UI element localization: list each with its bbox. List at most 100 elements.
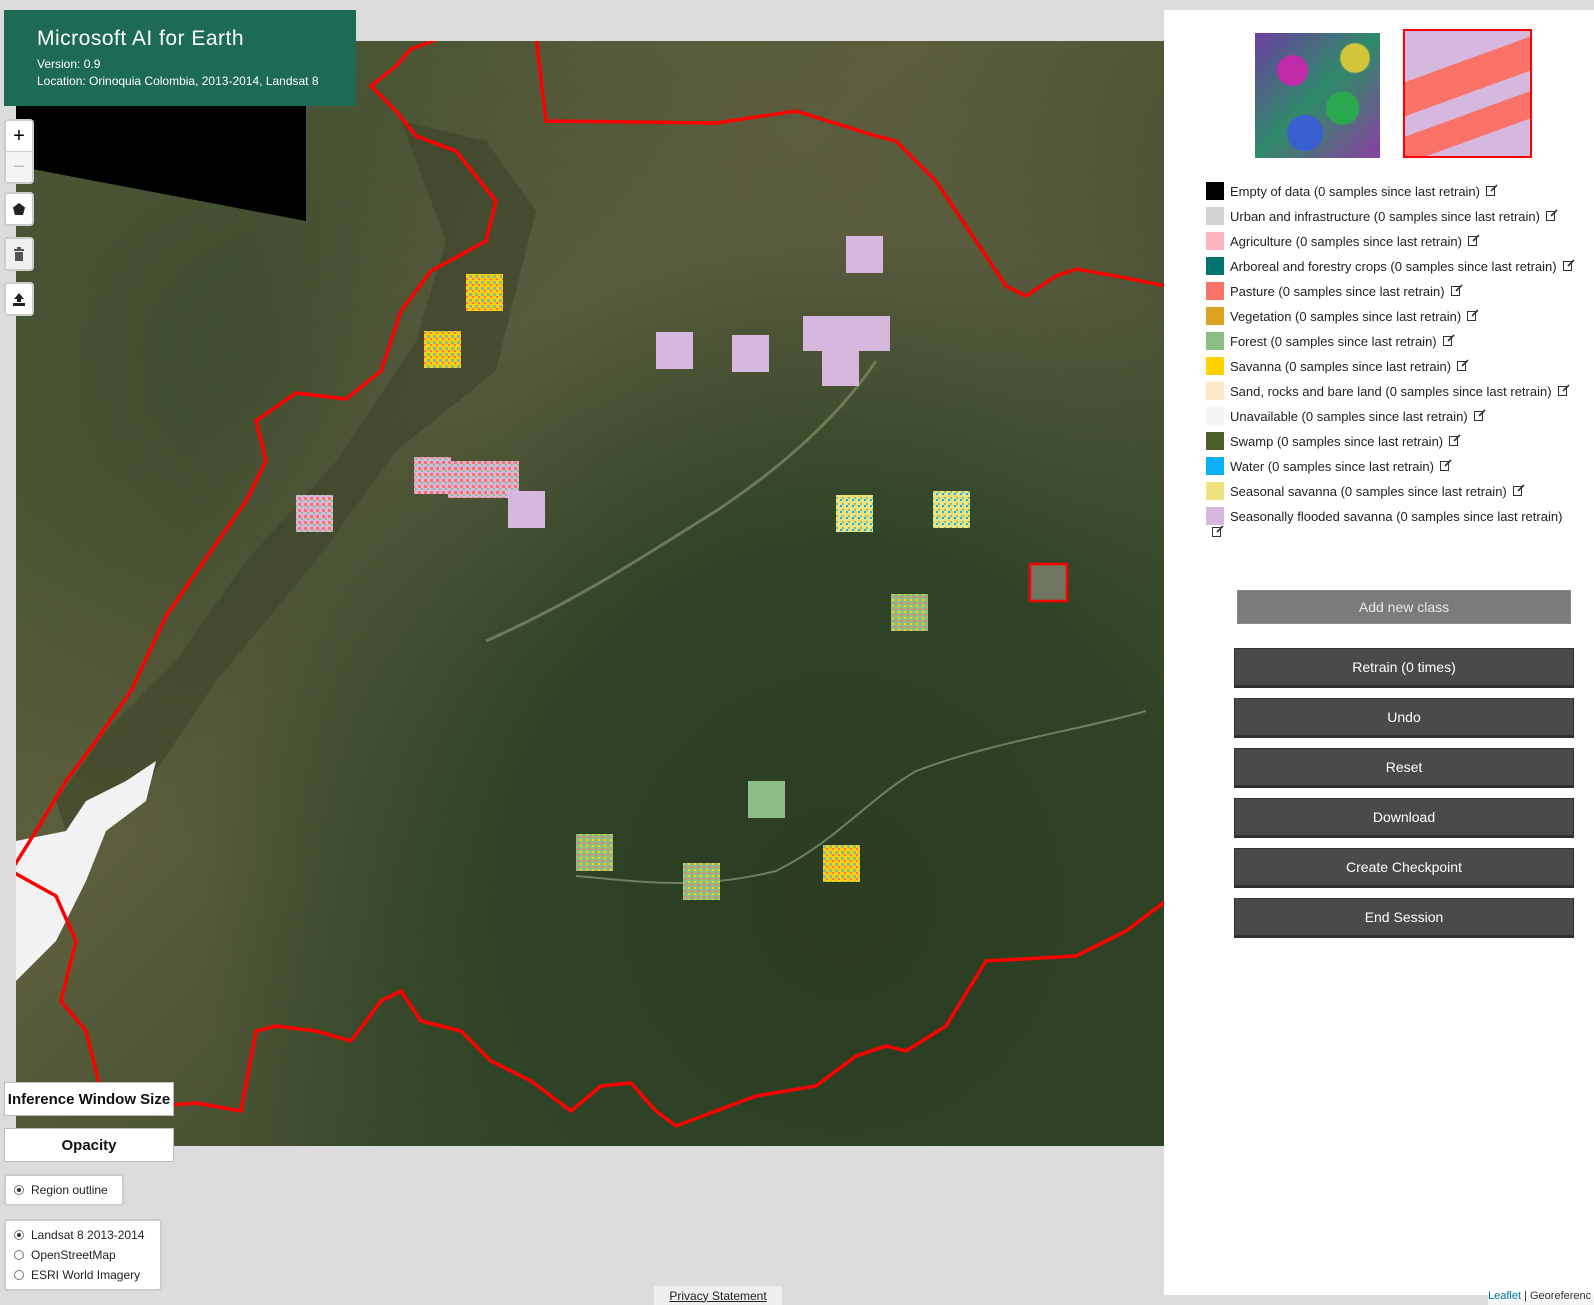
brand-header: Microsoft AI for Earth Version: 0.9 Loca… [4, 10, 356, 106]
edit-icon[interactable] [1486, 184, 1498, 200]
class-color-swatch[interactable] [1206, 482, 1224, 500]
classified-tile[interactable] [836, 495, 873, 532]
classified-tile[interactable] [846, 236, 883, 273]
legend-item[interactable]: Agriculture (0 samples since last retrai… [1206, 232, 1576, 250]
classified-tile[interactable] [656, 332, 693, 369]
legend-item[interactable]: Water (0 samples since last retrain) [1206, 457, 1576, 475]
class-color-swatch[interactable] [1206, 257, 1224, 275]
classified-tile[interactable] [891, 594, 928, 631]
radio-button[interactable] [14, 1270, 24, 1280]
classified-tile[interactable] [508, 491, 545, 528]
edit-icon[interactable] [1545, 209, 1558, 225]
radio-button[interactable] [14, 1230, 24, 1240]
edit-icon[interactable] [1439, 459, 1452, 475]
add-class-button[interactable]: Add new class [1237, 590, 1571, 624]
classified-tile[interactable] [424, 331, 461, 368]
radio-button[interactable] [14, 1250, 24, 1260]
edit-icon[interactable] [1512, 484, 1525, 500]
edit-icon[interactable] [1442, 334, 1455, 350]
radio-button[interactable] [14, 1185, 24, 1195]
class-label: Swamp (0 samples since last retrain) [1230, 434, 1444, 449]
legend-item[interactable]: Unavailable (0 samples since last retrai… [1206, 407, 1576, 425]
class-color-swatch[interactable] [1206, 232, 1224, 250]
class-label: Urban and infrastructure (0 samples sinc… [1230, 209, 1540, 224]
classified-tile[interactable] [822, 349, 859, 386]
basemap-control: Landsat 8 2013-2014 OpenStreetMap ESRI W… [4, 1219, 162, 1291]
zoom-in-button[interactable]: + [6, 121, 32, 152]
classified-tile[interactable] [683, 863, 720, 900]
upload-button[interactable] [6, 284, 32, 314]
edit-icon[interactable] [1449, 434, 1461, 450]
class-color-swatch[interactable] [1206, 207, 1224, 225]
prediction-thumbnail[interactable] [1403, 29, 1532, 158]
edit-icon[interactable] [1450, 284, 1463, 300]
class-label: Vegetation (0 samples since last retrain… [1230, 309, 1462, 324]
class-color-swatch[interactable] [1206, 282, 1224, 300]
legend-item[interactable]: Sand, rocks and bare land (0 samples sin… [1206, 382, 1576, 400]
upload-control [4, 282, 34, 316]
region-outline-label: Region outline [31, 1183, 108, 1197]
map-view[interactable] [16, 41, 1164, 1146]
legend-item[interactable]: Swamp (0 samples since last retrain) [1206, 432, 1576, 450]
edit-icon[interactable] [1473, 409, 1486, 425]
zoom-out-button[interactable]: − [6, 152, 32, 182]
draw-polygon-button[interactable] [6, 194, 32, 224]
create-checkpoint-button[interactable]: Create Checkpoint [1234, 848, 1574, 886]
basemap-option-osm[interactable]: OpenStreetMap [14, 1245, 152, 1265]
selected-tile[interactable] [1028, 562, 1069, 603]
classified-tile[interactable] [466, 274, 503, 311]
classified-tile[interactable] [748, 781, 785, 818]
delete-control [4, 237, 34, 271]
basemap-option-esri[interactable]: ESRI World Imagery [14, 1265, 152, 1285]
class-color-swatch[interactable] [1206, 432, 1224, 450]
class-color-swatch[interactable] [1206, 357, 1224, 375]
legend-item[interactable]: Urban and infrastructure (0 samples sinc… [1206, 207, 1576, 225]
opacity-button[interactable]: Opacity [4, 1128, 174, 1162]
classified-tile[interactable] [732, 335, 769, 372]
legend-item[interactable]: Savanna (0 samples since last retrain) [1206, 357, 1576, 375]
classified-tile[interactable] [414, 457, 451, 494]
legend-item[interactable]: Seasonal savanna (0 samples since last r… [1206, 482, 1576, 500]
classified-tile[interactable] [803, 316, 890, 351]
edit-icon[interactable] [1557, 384, 1570, 400]
retrain-button[interactable]: Retrain (0 times) [1234, 648, 1574, 686]
region-outline-option[interactable]: Region outline [14, 1180, 114, 1200]
edit-icon[interactable] [1467, 309, 1479, 325]
basemap-label: OpenStreetMap [31, 1248, 116, 1262]
input-thumbnail[interactable] [1255, 33, 1380, 158]
classified-tile[interactable] [933, 491, 970, 528]
legend-item[interactable]: Vegetation (0 samples since last retrain… [1206, 307, 1576, 325]
privacy-statement-link[interactable]: Privacy Statement [654, 1286, 782, 1305]
delete-button[interactable] [6, 239, 32, 269]
leaflet-link[interactable]: Leaflet [1488, 1290, 1521, 1302]
classified-tile[interactable] [448, 461, 485, 498]
edit-icon[interactable] [1457, 359, 1469, 375]
end-session-button[interactable]: End Session [1234, 898, 1574, 936]
undo-button[interactable]: Undo [1234, 698, 1574, 736]
classified-tile[interactable] [576, 834, 613, 871]
legend-item[interactable]: Empty of data (0 samples since last retr… [1206, 182, 1576, 200]
legend-item[interactable]: Forest (0 samples since last retrain) [1206, 332, 1576, 350]
class-color-swatch[interactable] [1206, 307, 1224, 325]
inference-window-size-button[interactable]: Inference Window Size [4, 1082, 174, 1116]
class-label: Arboreal and forestry crops (0 samples s… [1230, 259, 1557, 274]
classified-tile[interactable] [296, 495, 333, 532]
edit-icon[interactable] [1212, 525, 1224, 541]
edit-icon[interactable] [1467, 234, 1480, 250]
class-color-swatch[interactable] [1206, 507, 1224, 525]
class-color-swatch[interactable] [1206, 332, 1224, 350]
class-color-swatch[interactable] [1206, 457, 1224, 475]
class-label: Pasture (0 samples since last retrain) [1230, 284, 1445, 299]
download-button[interactable]: Download [1234, 798, 1574, 836]
legend-item[interactable]: Arboreal and forestry crops (0 samples s… [1206, 257, 1576, 275]
class-color-swatch[interactable] [1206, 407, 1224, 425]
legend-item[interactable]: Pasture (0 samples since last retrain) [1206, 282, 1576, 300]
classified-tile[interactable] [823, 845, 860, 882]
edit-icon[interactable] [1562, 259, 1575, 275]
basemap-option-landsat[interactable]: Landsat 8 2013-2014 [14, 1225, 152, 1245]
class-color-swatch[interactable] [1206, 382, 1224, 400]
class-color-swatch[interactable] [1206, 182, 1224, 200]
class-label: Agriculture (0 samples since last retrai… [1230, 234, 1462, 249]
legend-item[interactable]: Seasonally flooded savanna (0 samples si… [1206, 507, 1576, 541]
reset-button[interactable]: Reset [1234, 748, 1574, 786]
